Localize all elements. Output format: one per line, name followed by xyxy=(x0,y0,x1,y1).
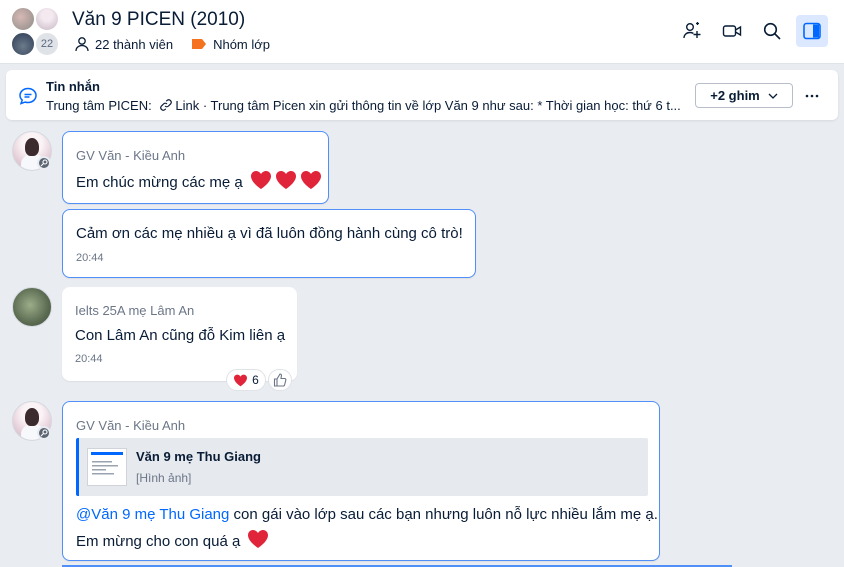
message-bubble[interactable]: Cảm ơn các mẹ nhiều ạ vì đã luôn đồng hà… xyxy=(62,209,476,278)
message-text: Con Lâm An cũng đỗ Kim liên ạ xyxy=(75,327,286,344)
member-avatar xyxy=(35,7,59,31)
conversation-title[interactable]: Văn 9 PICEN (2010) xyxy=(72,9,245,31)
group-type-label[interactable]: Nhóm lớp xyxy=(213,37,270,52)
message-text-content: Em mừng cho con quá ạ xyxy=(76,533,241,550)
message-time: 20:44 xyxy=(76,252,104,264)
like-button[interactable] xyxy=(268,369,292,391)
heart-emoji-icon xyxy=(248,530,269,548)
teacher-key-badge xyxy=(37,156,51,170)
message-text-content: con gái vào lớp sau các bạn nhưng luôn n… xyxy=(229,506,658,523)
toggle-sidebar-button[interactable] xyxy=(796,15,828,47)
message-time: 20:44 xyxy=(75,353,103,365)
heart-emoji-icon xyxy=(300,171,321,189)
member-count-badge: 22 xyxy=(35,32,59,56)
quoted-content: [Hình ảnh] xyxy=(136,471,192,485)
message-text: Em mừng cho con quá ạ xyxy=(76,529,269,550)
add-user-icon xyxy=(683,22,701,39)
sender-avatar[interactable] xyxy=(12,287,52,327)
message-text: @Văn 9 mẹ Thu Giang con gái vào lớp sau … xyxy=(76,506,658,523)
teacher-key-badge xyxy=(37,426,51,440)
quoted-sender: Văn 9 mẹ Thu Giang xyxy=(136,449,261,464)
video-icon xyxy=(722,25,742,37)
pinned-sender: Trung tâm PICEN: xyxy=(46,98,152,113)
pinned-messages-bar[interactable]: Tin nhắn Trung tâm PICEN: Link · Trung t… xyxy=(6,70,838,120)
message-bubble-icon xyxy=(19,87,37,105)
heart-emoji-icon xyxy=(275,171,296,189)
message-sender[interactable]: GV Văn - Kiều Anh xyxy=(76,418,185,433)
user-mention[interactable]: @Văn 9 mẹ Thu Giang xyxy=(76,506,229,523)
video-call-button[interactable] xyxy=(716,15,748,47)
pinned-options-button[interactable] xyxy=(800,84,824,108)
reaction-summary[interactable]: 6 xyxy=(226,369,266,391)
pinned-preview-text: · Trung tâm Picen xin gửi thông tin về l… xyxy=(202,98,681,113)
search-button[interactable] xyxy=(756,15,788,47)
pinned-heading: Tin nhắn xyxy=(46,79,100,94)
quoted-message[interactable]: Văn 9 mẹ Thu Giang [Hình ảnh] xyxy=(76,438,648,496)
user-icon xyxy=(75,37,89,52)
add-member-button[interactable] xyxy=(676,15,708,47)
more-dots-icon xyxy=(805,94,819,98)
message-text-content: Em chúc mừng các mẹ ạ xyxy=(76,174,243,191)
heart-reaction-icon xyxy=(234,374,248,386)
message-sender[interactable]: GV Văn - Kiều Anh xyxy=(76,148,185,163)
search-icon xyxy=(763,22,781,40)
pinned-link-label: Link xyxy=(175,98,200,113)
sidebar-panel-icon xyxy=(803,22,821,40)
heart-emoji-icon xyxy=(250,171,271,189)
key-icon xyxy=(40,159,48,167)
member-count[interactable]: 22 thành viên xyxy=(95,37,173,52)
more-pins-button[interactable]: +2 ghim xyxy=(695,83,793,108)
message-bubble[interactable]: GV Văn - Kiều Anh Em chúc mừng các mẹ ạ xyxy=(62,131,329,204)
header-actions xyxy=(676,15,828,47)
pinned-preview: Trung tâm PICEN: Link · Trung tâm Picen … xyxy=(46,98,686,113)
message-sender[interactable]: Ielts 25A mẹ Lâm An xyxy=(75,303,194,318)
member-avatar xyxy=(11,32,35,56)
message-text: Em chúc mừng các mẹ ạ xyxy=(76,170,322,191)
message-bubble[interactable]: Ielts 25A mẹ Lâm An Con Lâm An cũng đỗ K… xyxy=(62,287,297,381)
group-avatar[interactable]: 22 xyxy=(10,6,62,58)
message-bubble[interactable]: GV Văn - Kiều Anh Văn 9 mẹ Thu Giang [Hì… xyxy=(62,401,660,561)
chat-header: 22 Văn 9 PICEN (2010) 22 thành viên Nhóm… xyxy=(0,0,844,64)
reaction-count: 6 xyxy=(252,373,259,387)
link-icon xyxy=(160,99,173,111)
chevron-down-icon xyxy=(768,93,778,99)
thumbs-up-icon xyxy=(273,373,287,387)
group-tag-icon xyxy=(192,39,207,49)
message-text: Cảm ơn các mẹ nhiều ạ vì đã luôn đồng hà… xyxy=(76,225,463,242)
conversation-meta: 22 thành viên Nhóm lớp xyxy=(74,36,270,52)
member-avatar xyxy=(11,7,35,31)
quoted-image-thumbnail xyxy=(87,448,127,486)
key-icon xyxy=(40,429,48,437)
more-pins-label: +2 ghim xyxy=(710,88,760,103)
